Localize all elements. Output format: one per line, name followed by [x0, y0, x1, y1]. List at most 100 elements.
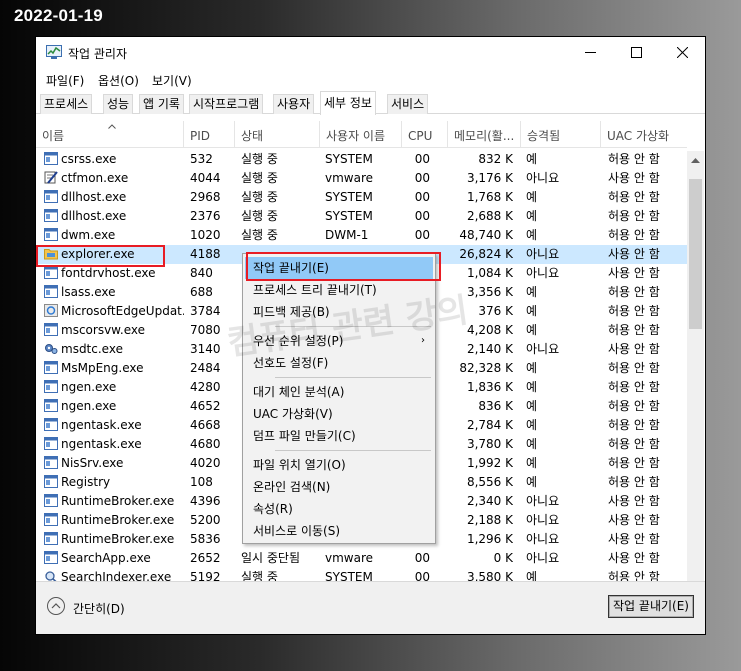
task-manager-icon: [46, 45, 62, 59]
context-menu-item[interactable]: 온라인 검색(N): [245, 476, 433, 498]
tab-performance[interactable]: 성능: [103, 94, 134, 114]
title-bar[interactable]: 작업 관리자: [36, 37, 705, 68]
memory-cell: 2,188 K: [466, 513, 513, 527]
context-menu-item[interactable]: 파일 위치 열기(O): [245, 454, 433, 476]
tab-processes[interactable]: 프로세스: [40, 94, 93, 114]
process-name-cell: ngentask.exe: [44, 435, 184, 454]
scroll-thumb[interactable]: [689, 179, 702, 329]
process-name-cell: dllhost.exe: [44, 207, 184, 226]
tab-app-history[interactable]: 앱 기록: [139, 94, 184, 114]
window-icon: [44, 418, 58, 431]
context-menu-item[interactable]: 우선 순위 설정(P) ›: [245, 330, 433, 352]
process-name: ngentask.exe: [61, 437, 142, 451]
context-menu-item-label: 선호도 설정(F): [253, 356, 329, 370]
context-menu-item[interactable]: 서비스로 이동(S): [245, 520, 433, 542]
vertical-scrollbar[interactable]: [687, 151, 704, 581]
uac-cell: 허용 안 함: [608, 361, 660, 375]
elevated-cell: 예: [526, 456, 538, 470]
tab-services[interactable]: 서비스: [387, 94, 429, 114]
user-cell: SYSTEM: [325, 190, 373, 204]
uac-cell: 허용 안 함: [608, 475, 660, 489]
table-row[interactable]: dwm.exe 1020 실행 중 DWM-1 00 48,740 K 예 허용 안 함: [36, 226, 687, 245]
tab-startup[interactable]: 시작프로그램: [189, 94, 264, 114]
footer-bar: 간단히(D) 작업 끝내기(E): [36, 581, 705, 634]
menu-options[interactable]: 옵션(O): [98, 72, 139, 89]
pid-cell: 5200: [190, 513, 221, 527]
tab-details[interactable]: 세부 정보: [320, 91, 376, 115]
memory-cell: 1,836 K: [466, 380, 513, 394]
column-header-name[interactable]: 이름: [36, 121, 183, 148]
context-menu-item[interactable]: 대기 체인 분석(A): [245, 381, 433, 403]
minimize-button[interactable]: [567, 37, 613, 68]
column-header-user[interactable]: 사용자 이름: [319, 121, 401, 148]
process-name: ctfmon.exe: [61, 171, 129, 185]
context-menu-item[interactable]: 속성(R): [245, 498, 433, 520]
process-name-cell: mscorsvw.exe: [44, 321, 184, 340]
menu-view[interactable]: 보기(V): [152, 72, 192, 89]
minimize-icon: [585, 52, 596, 53]
column-header-uac[interactable]: UAC 가상화: [600, 121, 687, 148]
table-row[interactable]: csrss.exe 532 실행 중 SYSTEM 00 832 K 예 허용 안 함: [36, 150, 687, 169]
pid-cell: 3784: [190, 304, 221, 318]
column-header-pid[interactable]: PID: [183, 121, 234, 148]
process-name: RuntimeBroker.exe: [61, 532, 175, 546]
memory-cell: 1,296 K: [466, 532, 513, 546]
maximize-button[interactable]: [613, 37, 659, 68]
process-name: mscorsvw.exe: [61, 323, 145, 337]
window-icon: [44, 437, 58, 450]
pid-cell: 4668: [190, 418, 221, 432]
context-menu-item[interactable]: 피드백 제공(B): [245, 301, 433, 323]
table-row[interactable]: SearchIndexer.exe 5192 실행 중 SYSTEM 00 3,580 K…: [36, 568, 687, 581]
uac-cell: 사용 안 함: [608, 551, 660, 565]
process-name-cell: RuntimeBroker.exe: [44, 530, 184, 549]
process-name-cell: lsass.exe: [44, 283, 184, 302]
pid-cell: 688: [190, 285, 213, 299]
process-name-cell: ngen.exe: [44, 378, 184, 397]
table-row[interactable]: dllhost.exe 2968 실행 중 SYSTEM 00 1,768 K 예 허용 안 …: [36, 188, 687, 207]
memory-cell: 1,084 K: [466, 266, 513, 280]
pid-cell: 2484: [190, 361, 221, 375]
uac-cell: 사용 안 함: [608, 171, 660, 185]
uac-cell: 허용 안 함: [608, 209, 660, 223]
column-header-memory[interactable]: 메모리(활...: [447, 121, 520, 148]
process-name-cell: explorer.exe: [44, 245, 184, 264]
process-name: SearchIndexer.exe: [61, 570, 172, 581]
table-row[interactable]: ctfmon.exe 4044 실행 중 vmware 00 3,176 K 아니요 사용 안…: [36, 169, 687, 188]
cpu-cell: 00: [414, 152, 430, 166]
context-menu-item[interactable]: 작업 끝내기(E): [245, 257, 433, 279]
context-menu-item-label: 온라인 검색(N): [253, 480, 331, 494]
window-icon: [44, 494, 58, 507]
pid-cell: 840: [190, 266, 213, 280]
pid-cell: 2968: [190, 190, 221, 204]
cpu-cell: 00: [414, 228, 430, 242]
context-menu-item-label: 파일 위치 열기(O): [253, 458, 346, 472]
submenu-arrow-icon: ›: [421, 335, 425, 346]
window-icon: [44, 361, 58, 374]
memory-cell: 1,768 K: [466, 190, 513, 204]
column-header-elevated[interactable]: 승격됨: [520, 121, 600, 148]
menu-file[interactable]: 파일(F): [46, 72, 84, 89]
end-task-button[interactable]: 작업 끝내기(E): [608, 595, 694, 618]
context-menu-item[interactable]: 덤프 파일 만들기(C): [245, 425, 433, 447]
process-name: msdtc.exe: [61, 342, 123, 356]
close-button[interactable]: [659, 37, 705, 68]
elevated-cell: 아니요: [526, 247, 560, 261]
memory-cell: 2,140 K: [466, 342, 513, 356]
context-menu-item[interactable]: 선호도 설정(F): [245, 352, 433, 374]
uac-cell: 허용 안 함: [608, 437, 660, 451]
process-name: MsMpEng.exe: [61, 361, 144, 375]
elevated-cell: 아니요: [526, 513, 560, 527]
scroll-up-arrow-icon[interactable]: [691, 158, 700, 163]
column-header-status[interactable]: 상태: [234, 121, 319, 148]
process-name-cell: msdtc.exe: [44, 340, 184, 359]
tab-users[interactable]: 사용자: [273, 94, 315, 114]
elevated-cell: 아니요: [526, 342, 560, 356]
table-row[interactable]: SearchApp.exe 2652 일시 중단됨 vmware 00 0 K 아니요 사용 …: [36, 549, 687, 568]
process-name: SearchApp.exe: [61, 551, 151, 565]
context-menu-item[interactable]: 프로세스 트리 끝내기(T): [245, 279, 433, 301]
context-menu-item-label: 작업 끝내기(E): [253, 261, 329, 275]
context-menu-item[interactable]: UAC 가상화(V): [245, 403, 433, 425]
column-header-cpu[interactable]: CPU: [401, 121, 447, 148]
window-icon: [44, 209, 58, 222]
table-row[interactable]: dllhost.exe 2376 실행 중 SYSTEM 00 2,688 K 예 허용 안 …: [36, 207, 687, 226]
